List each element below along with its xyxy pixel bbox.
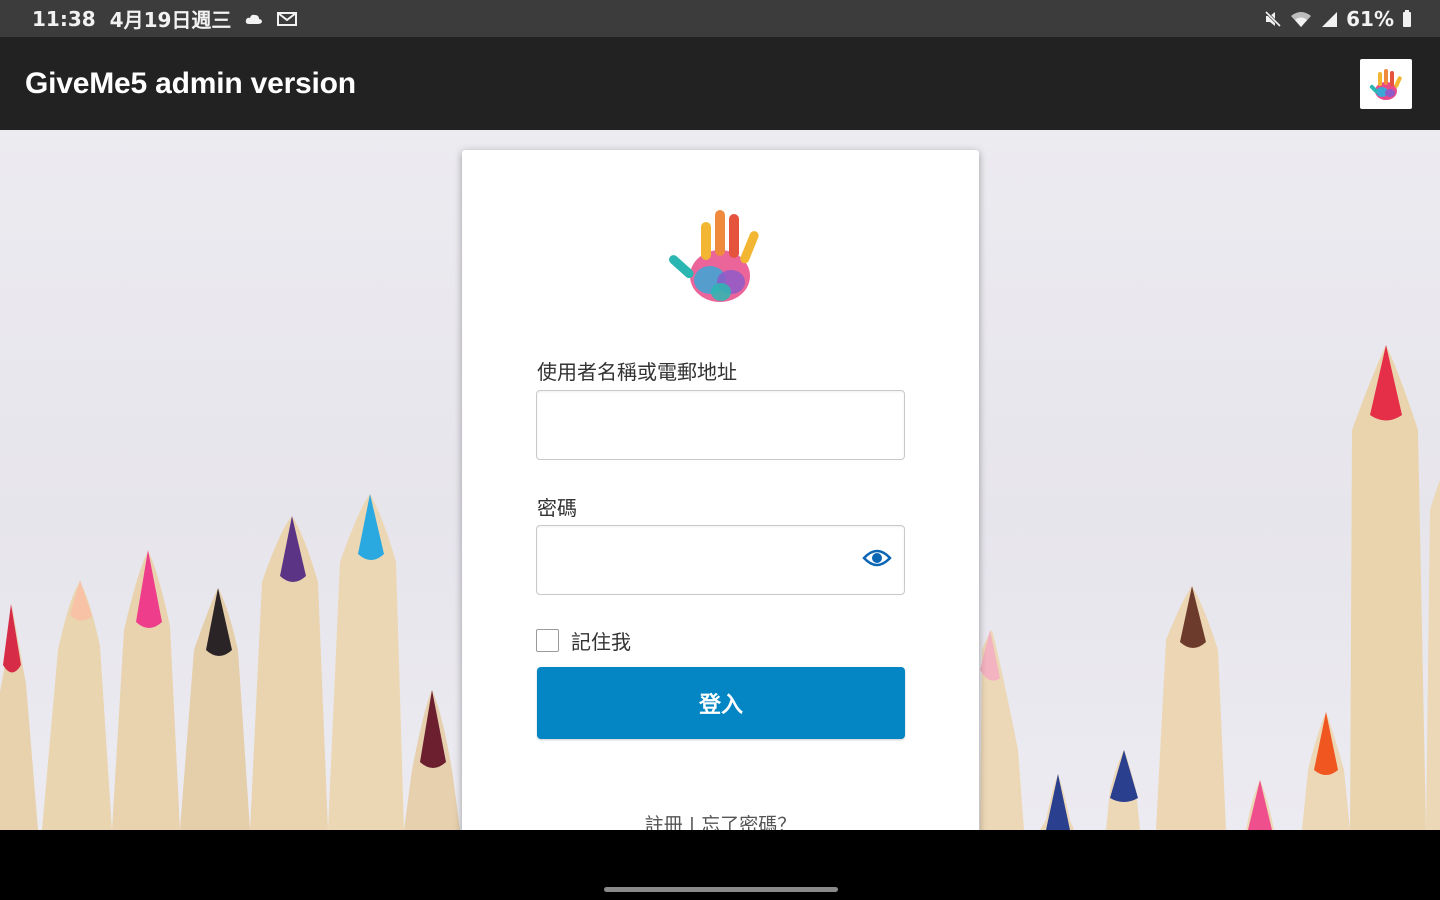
password-input[interactable]	[536, 525, 905, 595]
username-input[interactable]	[536, 390, 905, 460]
password-label: 密碼	[537, 496, 577, 520]
pencil-edge	[1426, 480, 1440, 830]
status-time: 11:38	[32, 6, 96, 31]
pencil-pink-small	[1246, 780, 1274, 830]
status-date: 4月19日週三	[109, 8, 232, 32]
pencil-pink-right	[980, 630, 1024, 830]
login-card: 使用者名稱或電郵地址 密碼 記住我 登入 註冊 | 忘了密碼？	[462, 150, 979, 830]
mail-icon	[277, 11, 298, 27]
pencil-brown	[1156, 586, 1226, 830]
remember-checkbox[interactable]	[536, 629, 559, 652]
signal-icon	[1320, 10, 1338, 28]
pencil-red-tall	[1350, 345, 1426, 830]
login-button[interactable]: 登入	[537, 667, 905, 739]
eye-icon[interactable]	[862, 546, 892, 570]
pencil-orange	[1302, 712, 1350, 830]
login-button-label: 登入	[698, 693, 743, 718]
pencil-navy-1	[1040, 774, 1074, 830]
handprint-logo-icon[interactable]	[1360, 58, 1412, 109]
wifi-icon	[1290, 10, 1312, 28]
pencil-peach	[42, 580, 112, 830]
app-title: GiveMe5 admin version	[25, 66, 356, 100]
battery-level: 61%	[1346, 6, 1394, 31]
handprint-logo-icon	[665, 204, 777, 312]
home-gesture-bar[interactable]	[604, 887, 838, 892]
mute-icon	[1264, 10, 1282, 28]
pencil-black	[180, 588, 250, 830]
pencil-maroon	[404, 690, 460, 830]
navigation-bar	[0, 830, 1440, 900]
pencil-blue	[328, 494, 404, 830]
username-label: 使用者名稱或電郵地址	[537, 360, 737, 384]
pencil-pink	[112, 550, 180, 830]
pencil-purple	[250, 516, 328, 830]
pencil-navy-2	[1106, 750, 1140, 830]
cloud-icon	[245, 12, 263, 26]
status-bar: 11:38 4月19日週三 61%	[0, 0, 1440, 37]
remember-me: 記住我	[536, 626, 631, 655]
battery-icon	[1402, 9, 1412, 28]
login-screen: 使用者名稱或電郵地址 密碼 記住我 登入 註冊 | 忘了密碼？	[0, 130, 1440, 830]
app-bar: GiveMe5 admin version	[0, 37, 1440, 130]
remember-label: 記住我	[571, 630, 631, 654]
pencil-red-1	[0, 604, 38, 830]
register-forgot-links[interactable]: 註冊 | 忘了密碼？	[462, 810, 979, 830]
